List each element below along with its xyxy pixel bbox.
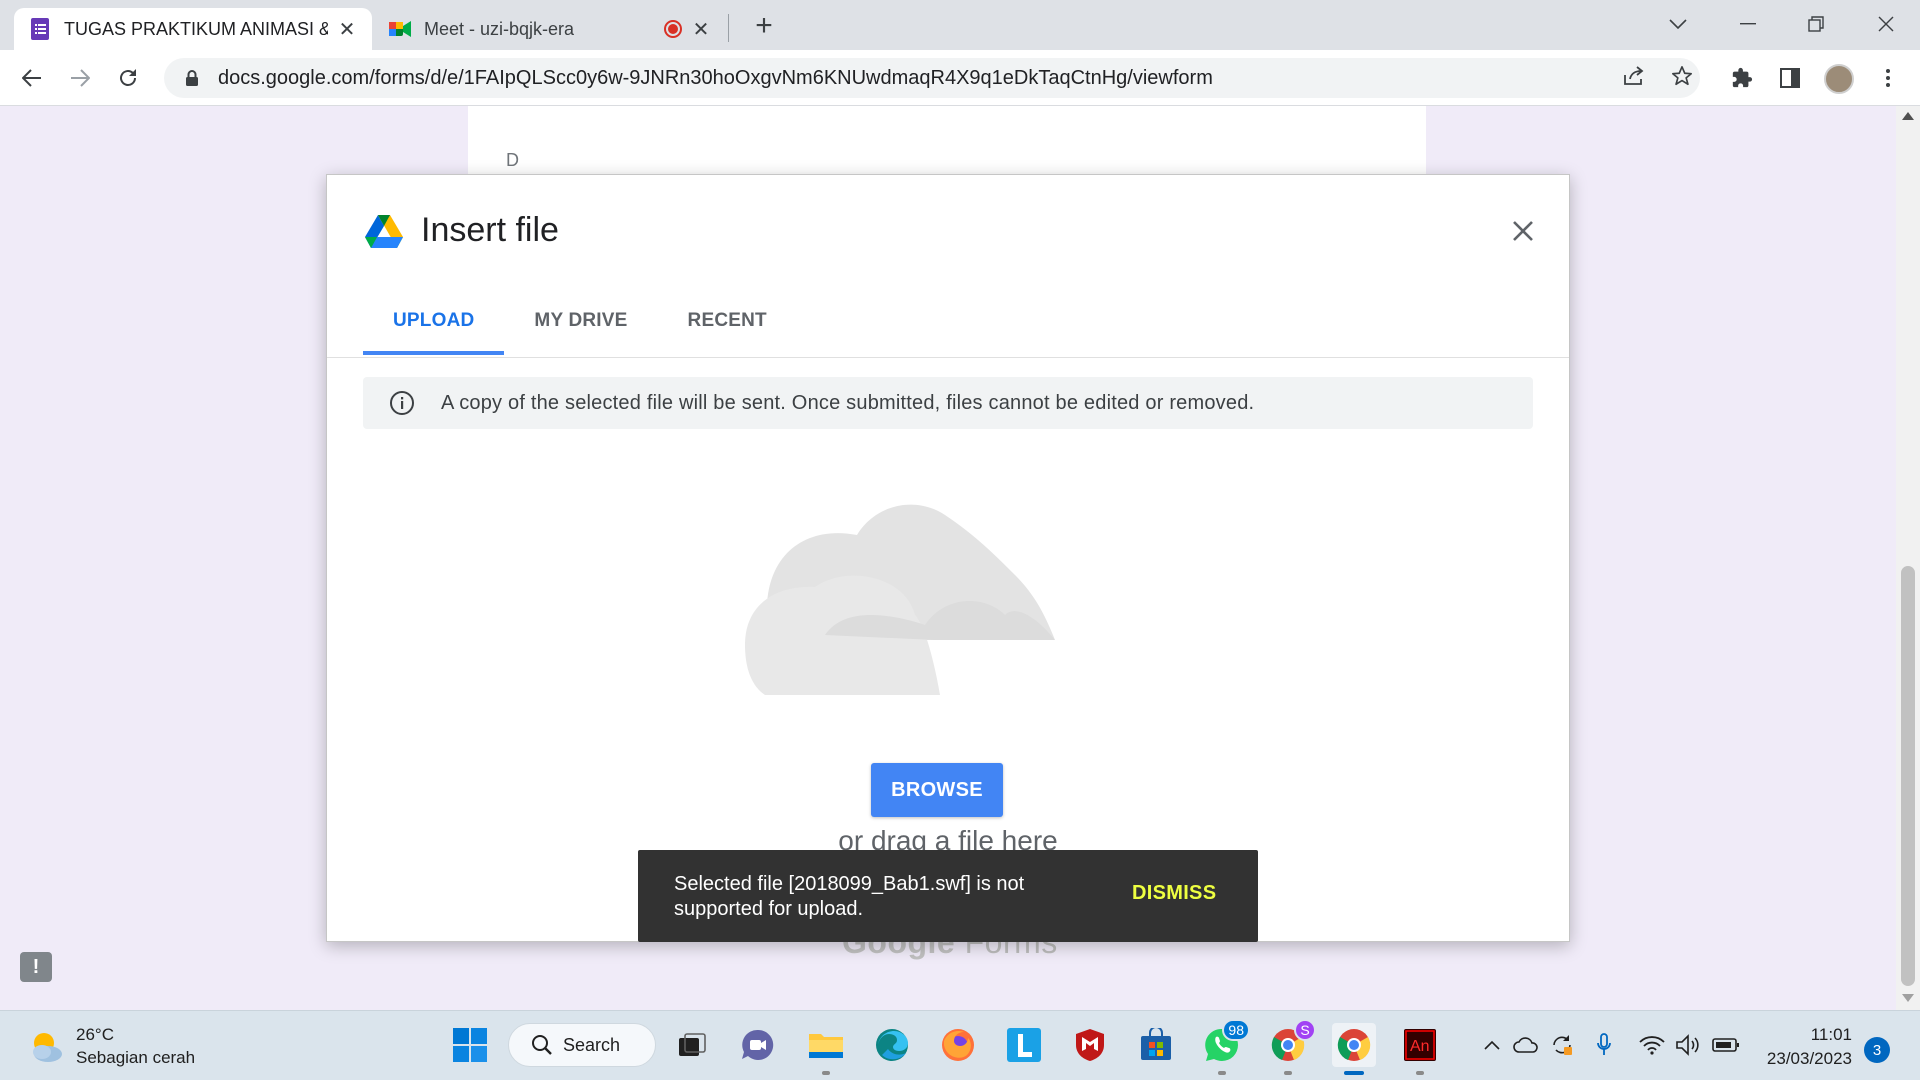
tabs-divider xyxy=(327,357,1569,358)
microsoft-store-icon[interactable] xyxy=(1134,1023,1178,1067)
page-scrollbar[interactable] xyxy=(1896,106,1920,1010)
task-view-icon[interactable] xyxy=(670,1023,714,1067)
firefox-icon[interactable] xyxy=(936,1023,980,1067)
start-button[interactable] xyxy=(448,1023,492,1067)
tab-recent[interactable]: RECENT xyxy=(658,287,797,355)
whatsapp-unread-badge: 98 xyxy=(1222,1019,1250,1041)
dialog-title: Insert file xyxy=(421,211,559,249)
weather-description: Sebagian cerah xyxy=(76,1048,196,1067)
running-indicator xyxy=(822,1071,830,1075)
tab-title: TUGAS PRAKTIKUM ANIMASI & C xyxy=(64,18,328,39)
onedrive-cloud-icon[interactable] xyxy=(1512,1031,1540,1059)
more-menu-icon[interactable] xyxy=(1870,60,1906,96)
google-drive-icon xyxy=(365,215,403,249)
side-panel-icon[interactable] xyxy=(1772,60,1808,96)
file-explorer-icon[interactable] xyxy=(804,1023,848,1075)
show-hidden-icons-chevron-icon[interactable] xyxy=(1478,1031,1506,1059)
scroll-up-arrow-icon[interactable] xyxy=(1902,112,1914,120)
running-indicator xyxy=(1284,1071,1292,1075)
dialog-tabs: UPLOAD MY DRIVE RECENT xyxy=(363,287,797,355)
new-tab-button[interactable]: + xyxy=(748,9,780,42)
info-text: A copy of the selected file will be sent… xyxy=(441,391,1255,414)
l-app-icon[interactable] xyxy=(1002,1023,1046,1067)
browse-button[interactable]: BROWSE xyxy=(871,763,1003,817)
tab-title: Meet - uzi-bqjk-era xyxy=(424,18,575,39)
chrome-profile-icon[interactable]: S xyxy=(1266,1019,1316,1075)
svg-text:An: An xyxy=(1410,1038,1430,1055)
close-icon xyxy=(1513,221,1533,241)
teams-chat-icon[interactable] xyxy=(736,1023,780,1067)
windows-taskbar: 26°C Sebagian cerah Search 98 S An 11:01… xyxy=(0,1010,1920,1080)
option-letter: D xyxy=(506,150,519,170)
partly-sunny-icon xyxy=(28,1028,64,1064)
clock-date: 23/03/2023 xyxy=(1766,1049,1852,1068)
insert-file-dialog: Insert file UPLOAD MY DRIVE RECENT A cop… xyxy=(326,174,1570,942)
recording-icon xyxy=(664,20,682,38)
volume-icon[interactable] xyxy=(1674,1031,1702,1059)
profile-avatar[interactable] xyxy=(1824,64,1854,94)
search-icon xyxy=(532,1035,552,1055)
tab-upload[interactable]: UPLOAD xyxy=(363,287,505,355)
reload-icon[interactable] xyxy=(110,60,146,96)
url-text: docs.google.com/forms/d/e/1FAIpQLScc0y6w… xyxy=(218,66,1213,89)
restore-button[interactable] xyxy=(1796,6,1836,42)
report-abuse-button[interactable]: ! xyxy=(20,952,52,982)
browser-toolbar: docs.google.com/forms/d/e/1FAIpQLScc0y6w… xyxy=(0,50,1920,106)
lock-icon[interactable] xyxy=(180,66,204,90)
notification-count-badge[interactable]: 3 xyxy=(1864,1037,1890,1063)
extensions-puzzle-icon[interactable] xyxy=(1724,60,1760,96)
tab-search-icon[interactable] xyxy=(1658,6,1698,42)
scroll-thumb[interactable] xyxy=(1901,566,1915,986)
dismiss-button[interactable]: DISMISS xyxy=(1132,882,1216,905)
clock-time: 11:01 xyxy=(1810,1025,1852,1044)
search-label: Search xyxy=(563,1034,621,1055)
mcafee-icon[interactable] xyxy=(1068,1023,1112,1067)
close-window-button[interactable] xyxy=(1866,6,1906,42)
running-indicator xyxy=(1416,1071,1424,1075)
bookmark-star-icon[interactable] xyxy=(1664,58,1700,94)
adobe-animate-icon[interactable]: An xyxy=(1398,1023,1442,1075)
microphone-icon[interactable] xyxy=(1590,1031,1618,1059)
whatsapp-icon[interactable]: 98 xyxy=(1200,1019,1250,1075)
sync-icon[interactable] xyxy=(1548,1031,1576,1059)
close-dialog-button[interactable] xyxy=(1503,211,1543,251)
weather-widget[interactable]: 26°C Sebagian cerah xyxy=(28,1023,195,1069)
info-icon xyxy=(389,390,415,416)
edge-icon[interactable] xyxy=(870,1023,914,1067)
back-arrow-icon[interactable] xyxy=(14,60,50,96)
forward-arrow-icon[interactable] xyxy=(62,60,98,96)
error-snackbar: Selected file [2018099_Bab1.swf] is not … xyxy=(638,850,1258,942)
battery-icon[interactable] xyxy=(1712,1031,1740,1059)
cloud-upload-illustration xyxy=(745,495,1057,700)
google-forms-icon xyxy=(28,17,52,41)
tab-meet[interactable]: Meet - uzi-bqjk-era ✕ xyxy=(374,8,726,50)
chrome-profile-badge: S xyxy=(1294,1019,1316,1041)
weather-temperature: 26°C xyxy=(76,1025,114,1044)
system-clock[interactable]: 11:01 23/03/2023 xyxy=(1752,1023,1852,1071)
running-indicator xyxy=(1218,1071,1226,1075)
close-icon[interactable]: ✕ xyxy=(336,18,358,41)
scroll-down-arrow-icon[interactable] xyxy=(1902,994,1914,1002)
chrome-icon[interactable] xyxy=(1332,1023,1376,1075)
tab-strip: TUGAS PRAKTIKUM ANIMASI & C ✕ Meet - uzi… xyxy=(0,0,1920,50)
tab-separator xyxy=(728,14,729,42)
snackbar-message: Selected file [2018099_Bab1.swf] is not … xyxy=(674,873,1025,920)
taskbar-search[interactable]: Search xyxy=(508,1023,656,1067)
info-banner: A copy of the selected file will be sent… xyxy=(363,377,1533,429)
minimize-button[interactable] xyxy=(1728,6,1768,42)
google-meet-icon xyxy=(388,17,412,41)
close-icon[interactable]: ✕ xyxy=(690,18,712,41)
active-indicator xyxy=(1344,1071,1364,1075)
share-icon[interactable] xyxy=(1616,58,1652,94)
wifi-icon[interactable] xyxy=(1638,1031,1666,1059)
tab-my-drive[interactable]: MY DRIVE xyxy=(504,287,657,355)
tab-forms[interactable]: TUGAS PRAKTIKUM ANIMASI & C ✕ xyxy=(14,8,372,50)
address-bar[interactable]: docs.google.com/forms/d/e/1FAIpQLScc0y6w… xyxy=(164,58,1700,98)
